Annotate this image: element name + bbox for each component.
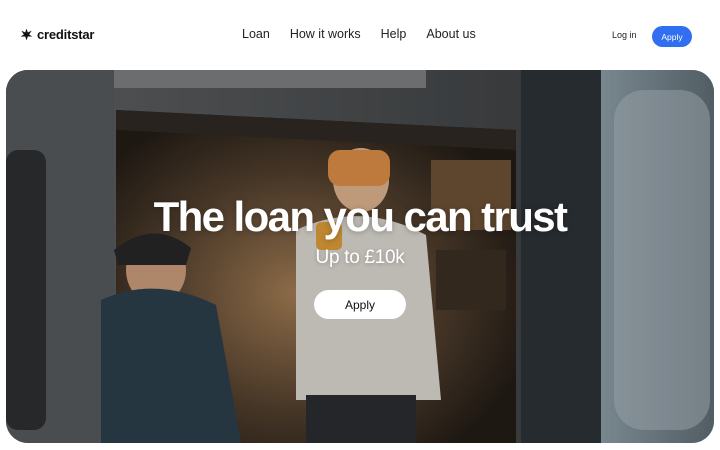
nav-item-how-it-works[interactable]: How it works: [290, 27, 361, 41]
nav-item-help[interactable]: Help: [381, 27, 407, 41]
brand-logo[interactable]: creditstar: [20, 27, 94, 42]
brand-name: creditstar: [37, 27, 95, 42]
nav-item-loan[interactable]: Loan: [242, 27, 270, 41]
hero-subtitle: Up to £10k: [315, 247, 405, 268]
main-nav: Loan How it works Help About us: [242, 27, 476, 41]
hero-title: The loan you can trust: [153, 193, 568, 240]
hero-banner: The loan you can trust Up to £10k Apply: [6, 70, 714, 443]
nav-item-about-us[interactable]: About us: [426, 27, 475, 41]
login-link[interactable]: Log in: [612, 30, 637, 40]
hero-apply-button[interactable]: Apply: [314, 290, 406, 319]
star-burst-icon: [20, 28, 33, 41]
site-header: creditstar Loan How it works Help About …: [0, 0, 720, 70]
header-apply-button[interactable]: Apply: [652, 26, 692, 47]
